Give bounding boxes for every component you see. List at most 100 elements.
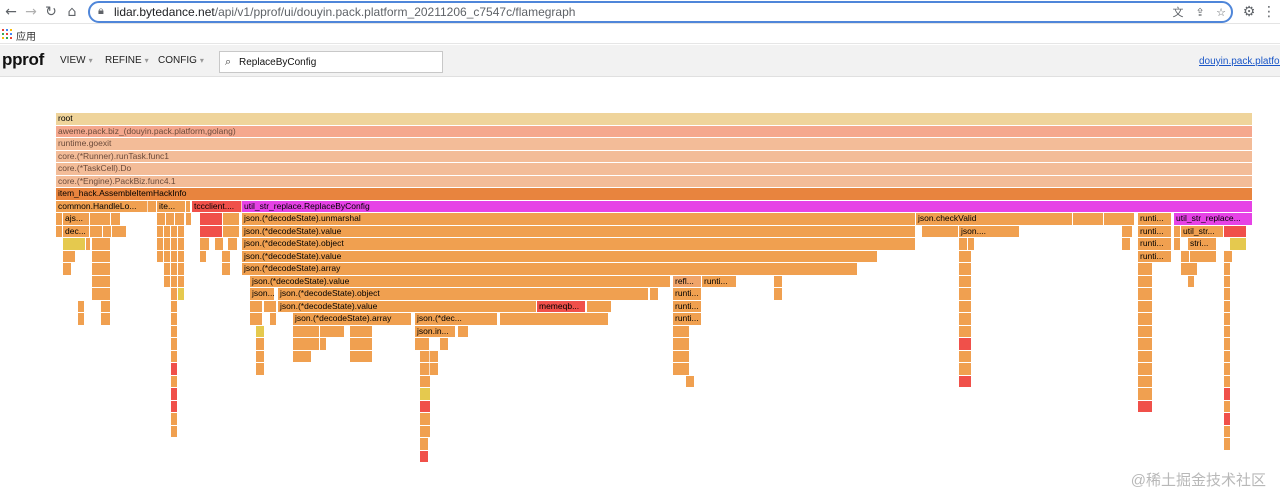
flame-frame[interactable] — [1137, 399, 1153, 414]
flame-frame[interactable] — [1137, 362, 1153, 376]
flame-frame[interactable]: util_str_replace... — [1173, 212, 1253, 226]
flame-frame[interactable]: dec... — [62, 224, 90, 239]
menu-config[interactable]: CONFIG ▾ — [158, 55, 204, 66]
flame-frame[interactable] — [177, 274, 185, 289]
flame-frame[interactable]: refl... — [672, 274, 702, 289]
flame-frame[interactable] — [349, 349, 373, 364]
flame-frame[interactable] — [419, 449, 429, 464]
flame-frame[interactable] — [156, 249, 164, 264]
flame-frame[interactable] — [1173, 237, 1181, 251]
flame-frame[interactable] — [1121, 224, 1133, 239]
flame-frame[interactable] — [414, 337, 430, 351]
flame-frame[interactable]: util_str_replace.ReplaceByConfig — [241, 199, 1253, 214]
flame-frame[interactable]: util_str... — [1180, 224, 1224, 239]
flame-frame[interactable] — [649, 287, 659, 301]
flame-frame[interactable] — [1137, 287, 1153, 301]
flame-frame[interactable] — [170, 374, 178, 389]
flame-frame[interactable] — [1223, 387, 1231, 401]
flame-frame[interactable] — [100, 299, 111, 314]
flame-frame[interactable] — [170, 249, 178, 264]
flame-frame[interactable] — [1173, 224, 1181, 239]
flame-frame[interactable] — [185, 199, 191, 214]
flame-frame[interactable] — [1137, 312, 1153, 326]
flame-frame[interactable] — [1137, 299, 1153, 314]
flame-frame[interactable] — [1137, 374, 1153, 389]
flame-frame[interactable] — [163, 249, 171, 264]
flame-frame[interactable] — [419, 399, 431, 414]
flame-frame[interactable] — [269, 312, 277, 326]
flame-frame[interactable] — [419, 424, 431, 439]
flame-frame[interactable] — [199, 249, 207, 264]
menu-view[interactable]: VIEW ▾ — [60, 55, 93, 66]
flame-frame[interactable] — [958, 237, 968, 251]
flame-frame[interactable] — [439, 337, 449, 351]
flame-frame[interactable]: runti... — [672, 287, 702, 301]
flame-frame[interactable] — [199, 237, 210, 251]
flame-frame[interactable] — [1223, 399, 1231, 414]
flame-frame[interactable] — [156, 212, 166, 226]
flame-frame[interactable] — [429, 349, 439, 364]
flame-frame[interactable] — [958, 362, 972, 376]
flame-frame[interactable] — [170, 299, 178, 314]
forward-icon[interactable]: → — [22, 3, 40, 21]
flame-frame[interactable] — [170, 224, 178, 239]
flame-frame[interactable] — [773, 274, 783, 289]
flame-frame[interactable] — [1223, 287, 1231, 301]
flame-frame[interactable]: json.(*decodeState).unmarshal — [241, 212, 916, 226]
flame-frame[interactable]: json.(*decodeState).array — [241, 262, 858, 276]
flame-frame[interactable] — [177, 237, 185, 251]
flame-frame[interactable]: ite... — [156, 199, 186, 214]
flame-frame[interactable] — [1223, 362, 1231, 376]
flame-frame[interactable] — [255, 324, 265, 339]
flame-frame[interactable] — [177, 262, 185, 276]
apps-bookmark-label[interactable]: 应用 — [16, 28, 36, 43]
flame-frame[interactable] — [1223, 224, 1247, 239]
flame-frame[interactable] — [170, 337, 178, 351]
flame-frame[interactable]: json... — [249, 287, 275, 301]
flame-frame[interactable] — [55, 224, 63, 239]
flame-frame[interactable] — [457, 324, 469, 339]
flame-frame[interactable] — [221, 262, 231, 276]
flame-frame[interactable] — [174, 212, 185, 226]
flame-frame[interactable] — [1137, 274, 1153, 289]
flame-frame[interactable] — [1223, 262, 1231, 276]
search-input[interactable] — [239, 54, 439, 70]
flame-frame[interactable] — [773, 287, 783, 301]
flame-frame[interactable] — [958, 287, 972, 301]
flame-frame[interactable] — [1223, 249, 1233, 264]
flame-frame[interactable] — [349, 324, 373, 339]
flame-frame[interactable] — [170, 349, 178, 364]
flame-frame[interactable] — [1121, 237, 1131, 251]
flame-frame[interactable]: json.(*decodeState).value — [241, 249, 878, 264]
flame-frame[interactable] — [170, 312, 178, 326]
flame-frame[interactable] — [249, 299, 263, 314]
flame-frame[interactable] — [177, 287, 185, 301]
flame-frame[interactable] — [1137, 349, 1153, 364]
flame-frame[interactable]: root — [55, 112, 1253, 126]
flame-frame[interactable] — [62, 262, 72, 276]
flame-frame[interactable] — [55, 212, 63, 226]
flame-frame[interactable] — [419, 349, 431, 364]
flame-frame[interactable] — [958, 349, 972, 364]
flame-frame[interactable] — [91, 237, 111, 251]
flame-frame[interactable] — [255, 362, 265, 376]
flame-frame[interactable]: json.(*decodeState).value — [241, 224, 916, 239]
flame-frame[interactable] — [89, 224, 103, 239]
flame-frame[interactable] — [214, 237, 224, 251]
flame-frame[interactable] — [163, 224, 171, 239]
flame-frame[interactable] — [170, 412, 178, 426]
flame-frame[interactable] — [1223, 437, 1231, 451]
flame-frame[interactable] — [185, 212, 192, 226]
flame-frame[interactable] — [292, 324, 320, 339]
search-box[interactable]: ⌕ — [219, 51, 443, 73]
flame-frame[interactable] — [89, 212, 111, 226]
flame-frame[interactable] — [967, 237, 975, 251]
flame-frame[interactable] — [62, 249, 76, 264]
flame-frame[interactable]: runti... — [1137, 224, 1172, 239]
flame-frame[interactable] — [419, 374, 431, 389]
flame-frame[interactable] — [170, 387, 178, 401]
flame-frame[interactable] — [177, 249, 185, 264]
flame-frame[interactable] — [672, 349, 690, 364]
flame-frame[interactable]: runtime.goexit — [55, 137, 1253, 151]
share-icon[interactable]: ⇪ — [1192, 5, 1208, 21]
